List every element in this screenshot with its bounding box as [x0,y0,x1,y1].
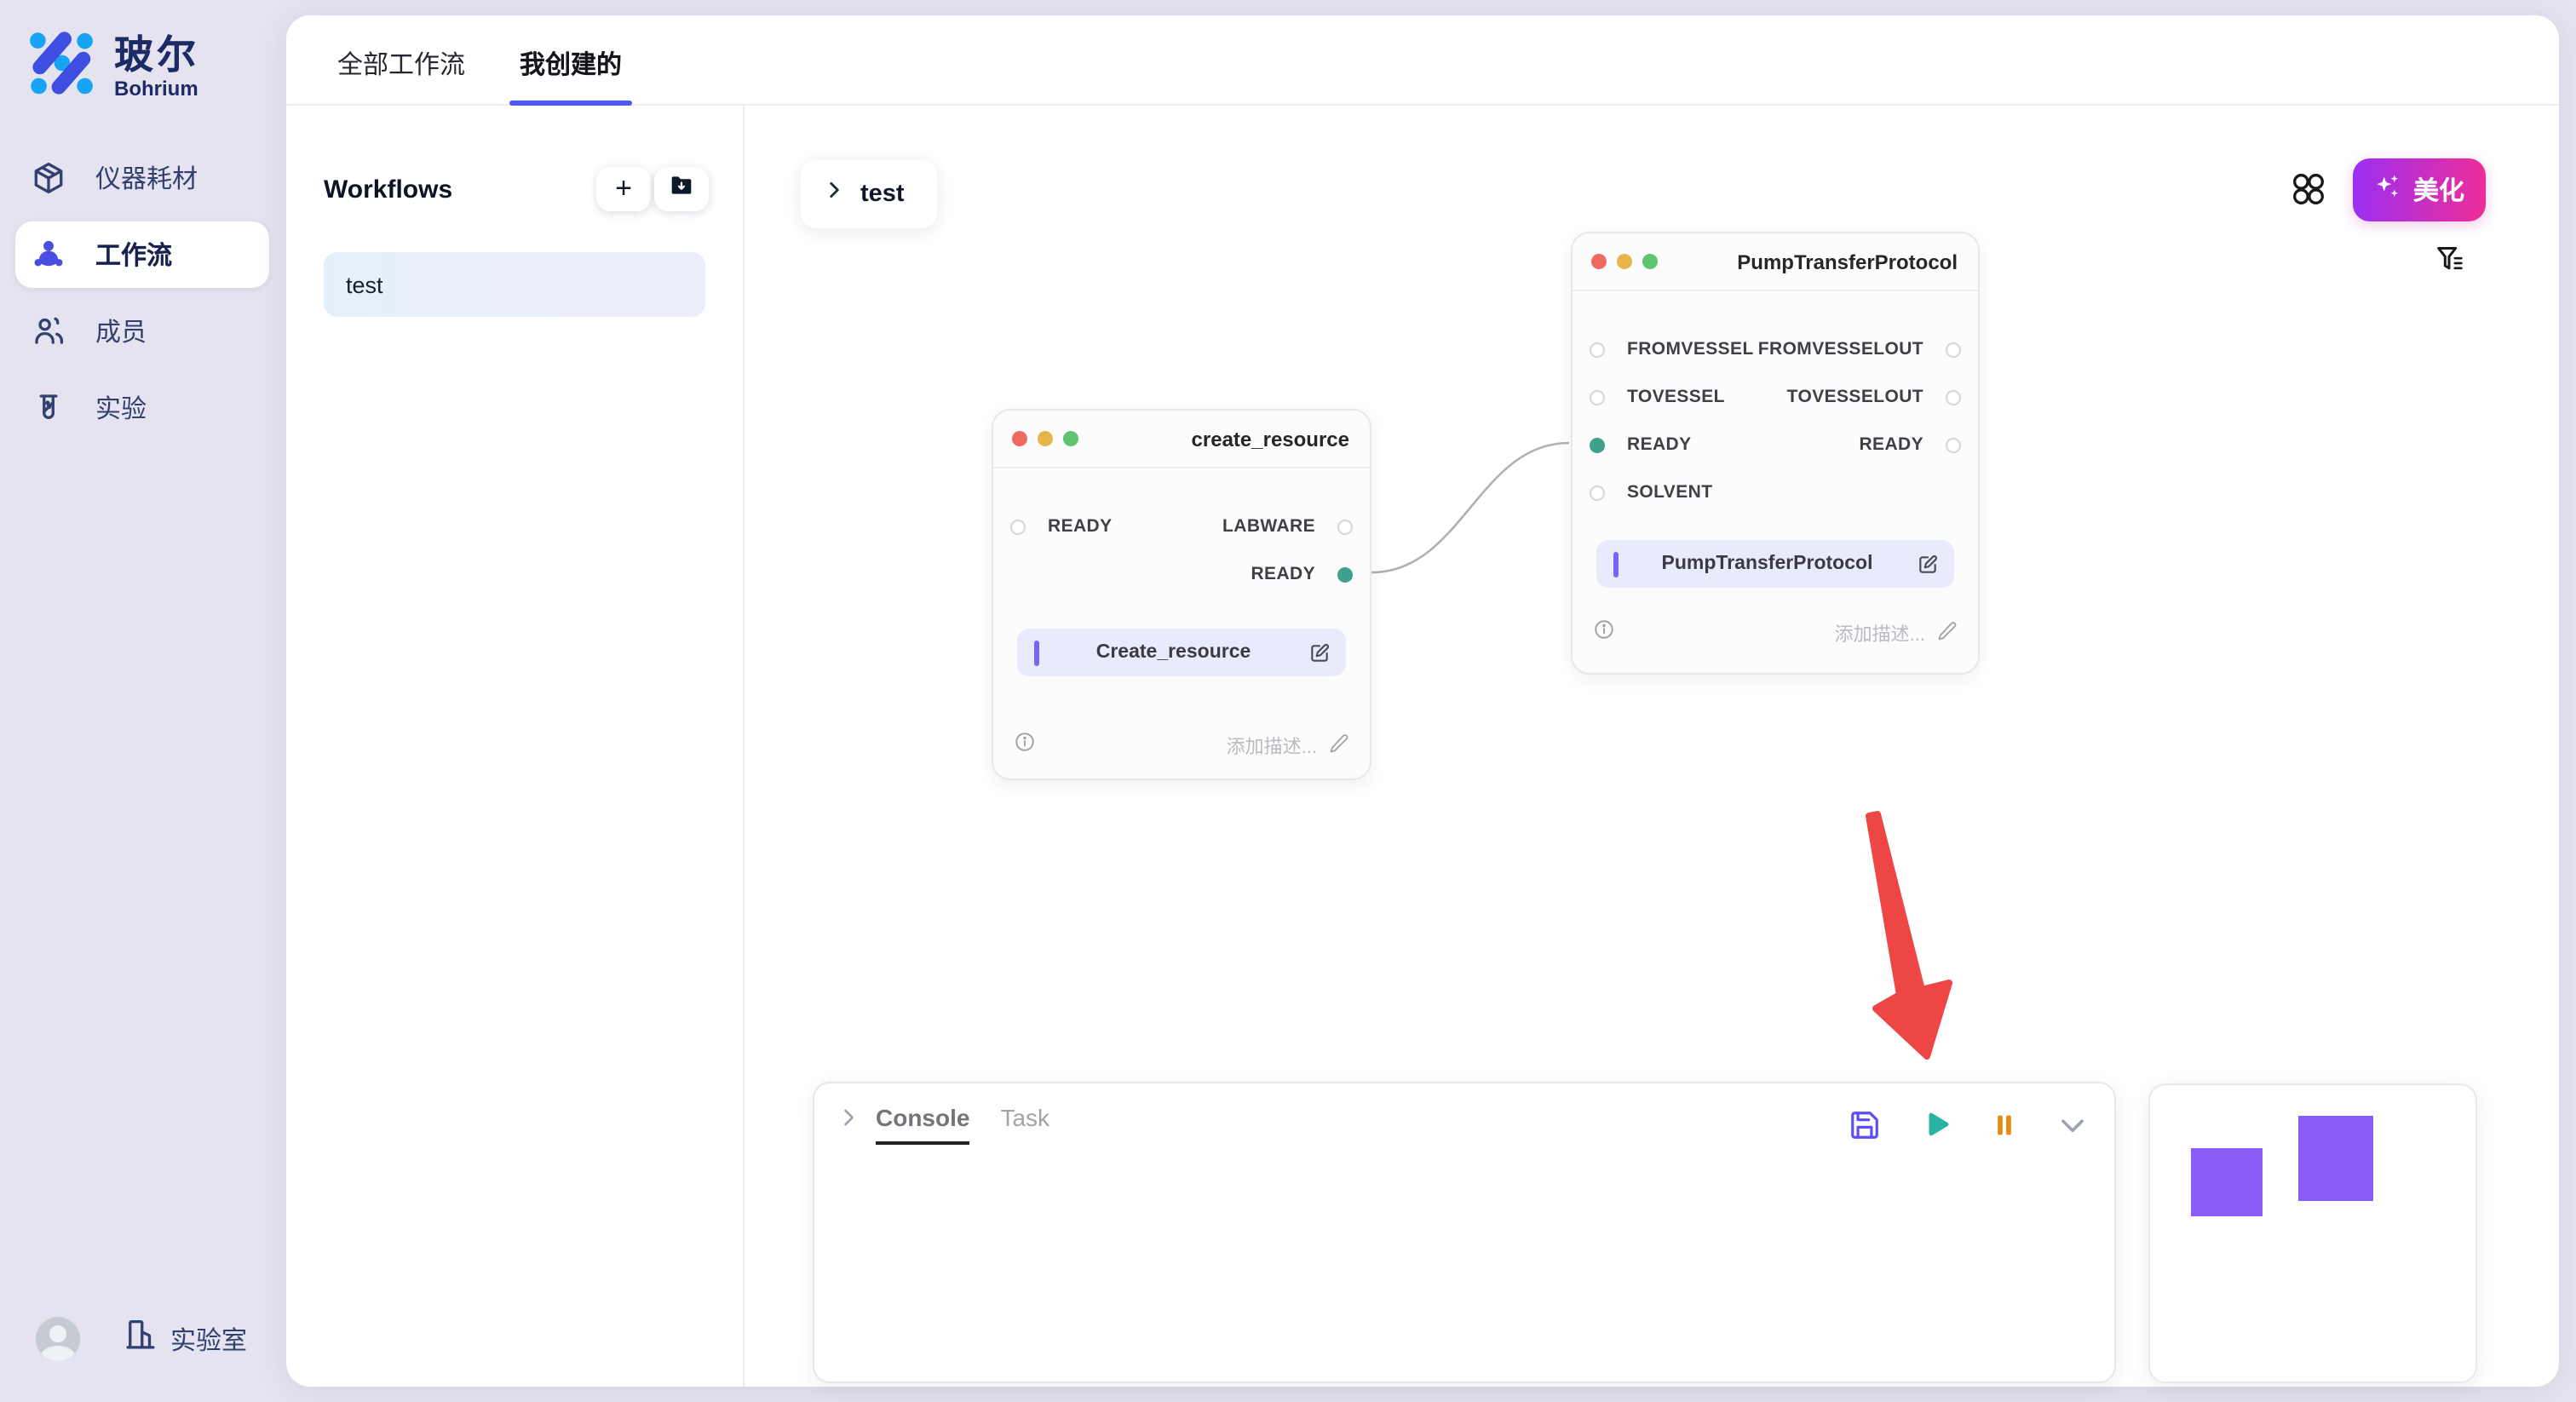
sidebar-item-members[interactable]: 成员 [15,298,269,365]
node-header: create_resource [993,411,1370,468]
add-workflow-button[interactable]: + [596,167,651,211]
tab-my-created[interactable]: 我创建的 [520,46,622,104]
workflow-node-create-resource[interactable]: create_resource READY LABWARE READY Crea… [992,409,1371,780]
team-icon [31,237,66,273]
pause-icon[interactable] [1990,1110,2019,1139]
port-circle-icon[interactable] [1590,342,1605,357]
port-circle-active-icon[interactable] [1590,437,1605,452]
sidebar: 玻尔 Bohrium 仪器耗材 [0,0,286,1402]
input-port-tovessel[interactable]: TOVESSEL [1590,380,1725,414]
port-circle-active-icon[interactable] [1337,566,1353,582]
user-avatar[interactable] [36,1317,80,1361]
input-port-ready[interactable]: READY [1590,428,1692,462]
save-icon[interactable] [1849,1108,1881,1141]
port-circle-icon[interactable] [1946,389,1961,405]
minimap-node-pump-transfer [2298,1116,2373,1201]
traffic-dot-green-icon [1642,254,1658,269]
users-icon [31,313,66,349]
collapse-chevron-down-icon[interactable] [2056,1108,2089,1141]
sidebar-item-label: 工作流 [95,237,172,273]
port-circle-icon[interactable] [1946,437,1961,452]
console-panel: Console Task [813,1082,2116,1383]
description-placeholder[interactable]: 添加描述... [1835,620,1925,647]
port-circle-icon[interactable] [1946,342,1961,357]
info-icon[interactable] [1593,618,1615,649]
output-port-fromvesselout[interactable]: FROMVESSELOUT [1758,332,1961,366]
node-header: PumpTransferProtocol [1573,233,1978,291]
workspace-switcher[interactable]: 实验室 [123,1317,247,1361]
input-port-fromvessel[interactable]: FROMVESSEL [1590,332,1754,366]
building-icon [123,1317,158,1361]
breadcrumb-label: test [860,181,905,208]
pencil-icon[interactable] [1329,731,1349,761]
sidebar-footer: 实验室 [36,1317,247,1361]
tab-all-workflows[interactable]: 全部工作流 [337,46,465,104]
beautify-label: 美化 [2413,172,2464,208]
folder-download-icon [668,171,695,207]
node-title: PumpTransferProtocol [1737,250,1958,273]
traffic-dot-red-icon [1591,254,1607,269]
bohrium-logo-icon [26,27,97,107]
edit-icon[interactable] [1308,641,1331,664]
output-port-ready[interactable]: READY [1859,428,1961,462]
output-port-tovesselout[interactable]: TOVESSELOUT [1787,380,1961,414]
sidebar-item-workflows[interactable]: 工作流 [15,221,269,288]
import-folder-button[interactable] [654,167,709,211]
workflow-tabs: 全部工作流 我创建的 [286,15,2559,106]
sparkles-icon [2374,171,2403,209]
test-tube-icon [31,390,66,426]
beautify-button[interactable]: 美化 [2353,158,2486,221]
plus-icon: + [615,174,632,203]
brand-logo: 玻尔 Bohrium [0,0,286,107]
description-placeholder[interactable]: 添加描述... [1227,733,1317,760]
output-port-ready[interactable]: READY [1251,557,1353,591]
node-function-pill[interactable]: Create_resource [1017,629,1346,676]
input-port-solvent[interactable]: SOLVENT [1590,475,1712,509]
info-icon[interactable] [1014,731,1036,761]
sidebar-nav: 仪器耗材 工作流 [0,145,286,441]
workspace-label: 实验室 [170,1321,247,1357]
brand-name-cn: 玻尔 [114,34,199,77]
chevron-right-icon [823,179,845,210]
expand-chevron-icon[interactable] [837,1106,860,1143]
traffic-dot-red-icon [1012,431,1027,446]
node-function-pill[interactable]: PumpTransferProtocol [1596,540,1954,588]
input-port-ready[interactable]: READY [1010,509,1113,543]
tab-console[interactable]: Console [876,1104,969,1145]
traffic-dot-yellow-icon [1617,254,1632,269]
sidebar-item-label: 成员 [95,313,147,349]
console-header: Console Task [814,1083,2114,1145]
traffic-dot-yellow-icon [1038,431,1053,446]
node-title: create_resource [1192,427,1349,451]
port-circle-icon[interactable] [1590,389,1605,405]
port-circle-icon[interactable] [1010,519,1026,534]
sidebar-item-experiments[interactable]: 实验 [15,375,269,441]
tab-task[interactable]: Task [1000,1104,1049,1145]
traffic-dot-green-icon [1063,431,1078,446]
sidebar-item-label: 仪器耗材 [95,160,198,196]
workflow-node-pump-transfer-protocol[interactable]: PumpTransferProtocol FROMVESSEL TOVESSEL… [1571,232,1980,675]
sidebar-item-instruments[interactable]: 仪器耗材 [15,145,269,211]
command-palette-icon[interactable] [2290,170,2327,208]
workflow-panel-title: Workflows [324,175,452,204]
sidebar-item-label: 实验 [95,390,147,426]
canvas-breadcrumb[interactable]: test [801,160,937,228]
minimap[interactable] [2148,1083,2477,1383]
filter-icon[interactable] [2433,242,2467,276]
package-icon [31,160,66,196]
workflow-list-panel: Workflows + te [286,106,745,1387]
workflow-list-item-test[interactable]: test [324,252,705,317]
run-play-icon[interactable] [1918,1107,1952,1141]
pencil-icon[interactable] [1937,618,1958,649]
bohrium-workflow-app: 玻尔 Bohrium 仪器耗材 [0,0,2576,1402]
node-footer: 添加描述... [1593,618,1958,649]
console-output-area[interactable] [814,1145,2114,1349]
edit-icon[interactable] [1917,553,1939,575]
port-circle-icon[interactable] [1337,519,1353,534]
port-circle-icon[interactable] [1590,485,1605,500]
brand-name-en: Bohrium [114,77,199,101]
minimap-node-create-resource [2191,1148,2263,1216]
node-footer: 添加描述... [1014,731,1349,761]
output-port-labware[interactable]: LABWARE [1222,509,1353,543]
